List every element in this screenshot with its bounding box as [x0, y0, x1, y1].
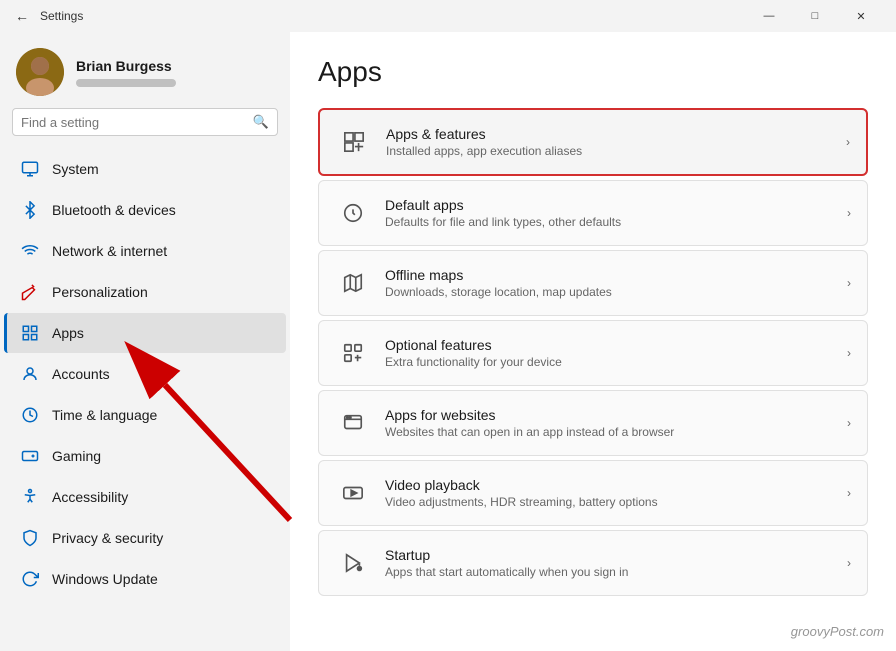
chevron-right-icon: › [847, 556, 851, 570]
user-name: Brian Burgess [76, 58, 274, 74]
search-icon[interactable]: 🔍 [253, 114, 269, 130]
startup-icon [335, 545, 371, 581]
chevron-right-icon: › [847, 206, 851, 220]
setting-desc: Websites that can open in an app instead… [385, 425, 847, 439]
setting-desc: Defaults for file and link types, other … [385, 215, 847, 229]
sidebar-item-label: Bluetooth & devices [52, 202, 176, 218]
avatar [16, 48, 64, 96]
chevron-right-icon: › [847, 416, 851, 430]
sidebar-item-privacy[interactable]: Privacy & security [4, 518, 286, 558]
window-controls: — □ ✕ [746, 0, 884, 32]
user-info: Brian Burgess [76, 58, 274, 87]
sidebar-item-label: Apps [52, 325, 84, 341]
page-title: Apps [318, 56, 868, 88]
close-button[interactable]: ✕ [838, 0, 884, 32]
maximize-button[interactable]: □ [792, 0, 838, 32]
video-playback-icon [335, 475, 371, 511]
nav-list: System Bluetooth & devices Network & int… [0, 148, 290, 600]
chevron-right-icon: › [846, 135, 850, 149]
apps-icon [20, 323, 40, 343]
chevron-right-icon: › [847, 276, 851, 290]
setting-title: Video playback [385, 477, 847, 493]
sidebar-item-system[interactable]: System [4, 149, 286, 189]
system-icon [20, 159, 40, 179]
sidebar-item-label: Time & language [52, 407, 157, 423]
setting-item-optional-features[interactable]: Optional features Extra functionality fo… [318, 320, 868, 386]
offline-maps-icon [335, 265, 371, 301]
sidebar-item-network[interactable]: Network & internet [4, 231, 286, 271]
user-profile[interactable]: Brian Burgess [0, 32, 290, 108]
setting-desc: Downloads, storage location, map updates [385, 285, 847, 299]
sidebar-item-label: Accessibility [52, 489, 128, 505]
sidebar-item-label: Privacy & security [52, 530, 163, 546]
sidebar-item-update[interactable]: Windows Update [4, 559, 286, 599]
title-bar-left: ← Settings [12, 6, 746, 26]
setting-title: Apps for websites [385, 407, 847, 423]
search-input[interactable] [21, 115, 247, 130]
sidebar-item-label: Network & internet [52, 243, 167, 259]
sidebar: Brian Burgess 🔍 System Bluetooth & devic… [0, 32, 290, 651]
back-button[interactable]: ← [12, 6, 32, 26]
default-apps-icon [335, 195, 371, 231]
sidebar-item-accounts[interactable]: Accounts [4, 354, 286, 394]
user-account-bar [76, 79, 176, 87]
content-area: Apps Apps & features Installed apps, app… [290, 32, 896, 651]
apps-websites-icon [335, 405, 371, 441]
setting-desc: Apps that start automatically when you s… [385, 565, 847, 579]
sidebar-item-label: Personalization [52, 284, 148, 300]
sidebar-item-accessibility[interactable]: Accessibility [4, 477, 286, 517]
setting-title: Apps & features [386, 126, 846, 142]
setting-item-startup[interactable]: Startup Apps that start automatically wh… [318, 530, 868, 596]
search-box[interactable]: 🔍 [12, 108, 278, 136]
update-icon [20, 569, 40, 589]
sidebar-item-label: Windows Update [52, 571, 158, 587]
minimize-button[interactable]: — [746, 0, 792, 32]
sidebar-item-gaming[interactable]: Gaming [4, 436, 286, 476]
time-icon [20, 405, 40, 425]
main-container: Brian Burgess 🔍 System Bluetooth & devic… [0, 32, 896, 651]
sidebar-item-label: System [52, 161, 99, 177]
title-bar-title: Settings [40, 9, 83, 23]
setting-item-default-apps[interactable]: Default apps Defaults for file and link … [318, 180, 868, 246]
setting-desc: Installed apps, app execution aliases [386, 144, 846, 158]
sidebar-item-bluetooth[interactable]: Bluetooth & devices [4, 190, 286, 230]
bluetooth-icon [20, 200, 40, 220]
title-bar: ← Settings — □ ✕ [0, 0, 896, 32]
privacy-icon [20, 528, 40, 548]
sidebar-item-apps[interactable]: Apps [4, 313, 286, 353]
apps-features-icon [336, 124, 372, 160]
setting-title: Optional features [385, 337, 847, 353]
sidebar-item-time[interactable]: Time & language [4, 395, 286, 435]
chevron-right-icon: › [847, 486, 851, 500]
settings-list: Apps & features Installed apps, app exec… [318, 108, 868, 596]
chevron-right-icon: › [847, 346, 851, 360]
account-icon [20, 364, 40, 384]
optional-features-icon [335, 335, 371, 371]
accessibility-icon [20, 487, 40, 507]
wifi-icon [20, 241, 40, 261]
gaming-icon [20, 446, 40, 466]
sidebar-item-personalization[interactable]: Personalization [4, 272, 286, 312]
setting-item-video-playback[interactable]: Video playback Video adjustments, HDR st… [318, 460, 868, 526]
setting-title: Offline maps [385, 267, 847, 283]
setting-title: Startup [385, 547, 847, 563]
search-container: 🔍 [0, 108, 290, 148]
setting-item-offline-maps[interactable]: Offline maps Downloads, storage location… [318, 250, 868, 316]
sidebar-item-label: Accounts [52, 366, 110, 382]
setting-item-apps-websites[interactable]: Apps for websites Websites that can open… [318, 390, 868, 456]
setting-title: Default apps [385, 197, 847, 213]
setting-desc: Video adjustments, HDR streaming, batter… [385, 495, 847, 509]
paint-icon [20, 282, 40, 302]
setting-desc: Extra functionality for your device [385, 355, 847, 369]
setting-item-apps-features[interactable]: Apps & features Installed apps, app exec… [318, 108, 868, 176]
sidebar-item-label: Gaming [52, 448, 101, 464]
